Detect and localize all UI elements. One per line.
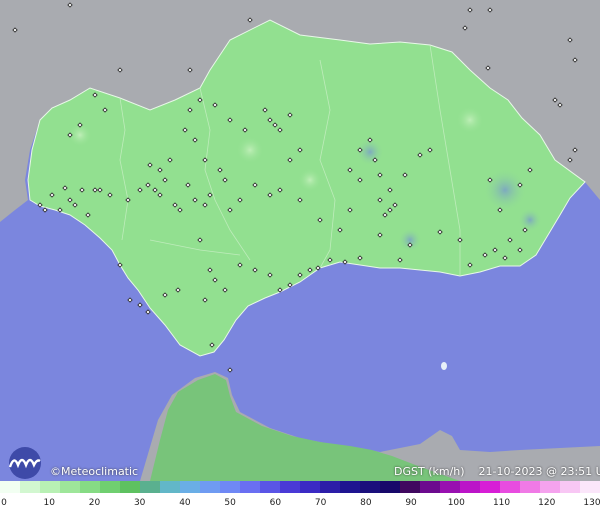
legend-tick-label: 20 bbox=[88, 498, 101, 508]
legend-color-cell bbox=[160, 481, 180, 493]
legend-tick-label: 90 bbox=[405, 498, 417, 508]
legend-color-cell bbox=[520, 481, 540, 493]
legend-tick-label: 50 bbox=[224, 498, 236, 508]
legend-color-cell bbox=[240, 481, 260, 493]
legend-tick-label: 10 bbox=[43, 498, 55, 508]
wind-blob bbox=[298, 168, 322, 192]
legend-scale: 0 10 20 30 40 50 60 70 80 90 100 110 120 130 bbox=[0, 481, 600, 517]
meteoclimatic-logo bbox=[8, 447, 41, 479]
legend-color-cell bbox=[280, 481, 300, 493]
legend-tick-label: 100 bbox=[447, 498, 465, 508]
legend-color-cell bbox=[420, 481, 440, 493]
map-info: DGST (km/h) 21-10-2023 @ 23:51 UTC bbox=[394, 465, 600, 478]
legend-tick-label: 40 bbox=[179, 498, 191, 508]
legend-color-cell bbox=[360, 481, 380, 493]
legend-color-cell bbox=[60, 481, 80, 493]
legend-color-cell bbox=[380, 481, 400, 493]
legend-color-cell bbox=[80, 481, 100, 493]
legend-color-cell bbox=[180, 481, 200, 493]
legend-color-cell bbox=[560, 481, 580, 493]
legend-color-cell bbox=[540, 481, 560, 493]
legend-tick-label: 0 bbox=[1, 498, 7, 508]
wind-blob bbox=[518, 208, 542, 232]
legend-color-cell bbox=[300, 481, 320, 493]
island bbox=[441, 362, 447, 370]
legend-color-cell bbox=[260, 481, 280, 493]
legend-color-cell bbox=[340, 481, 360, 493]
wind-blob bbox=[456, 106, 484, 134]
datetime-label: 21-10-2023 @ 23:51 UTC bbox=[478, 465, 600, 478]
legend-tick-label: 130 bbox=[583, 498, 600, 508]
legend-color-cell bbox=[40, 481, 60, 493]
legend-color-cell bbox=[200, 481, 220, 493]
legend-color-cell bbox=[100, 481, 120, 493]
variable-label: DGST (km/h) bbox=[394, 465, 465, 478]
map-canvas bbox=[0, 0, 600, 481]
map-area[interactable]: ©Meteoclimatic DGST (km/h) 21-10-2023 @ … bbox=[0, 0, 600, 517]
legend-tick-label: 70 bbox=[314, 498, 327, 508]
legend-tick-label: 80 bbox=[360, 498, 372, 508]
legend-color-cell bbox=[220, 481, 240, 493]
legend-color-cell bbox=[20, 481, 40, 493]
legend-tick-label: 120 bbox=[538, 498, 556, 508]
legend-color-cell bbox=[140, 481, 160, 493]
brand-label: ©Meteoclimatic bbox=[50, 465, 139, 478]
legend-color-cell bbox=[120, 481, 140, 493]
wind-blob bbox=[398, 228, 422, 252]
legend-color-cell bbox=[440, 481, 460, 493]
legend-color-cell bbox=[400, 481, 420, 493]
legend-color-cell bbox=[320, 481, 340, 493]
legend-tick-label: 60 bbox=[269, 498, 282, 508]
legend-tick-label: 110 bbox=[492, 498, 511, 508]
legend-color-cell bbox=[460, 481, 480, 493]
legend-colorbar bbox=[0, 481, 600, 493]
legend-color-cell bbox=[580, 481, 600, 493]
wind-blob bbox=[236, 136, 264, 164]
legend-color-cell bbox=[480, 481, 500, 493]
legend-color-cell bbox=[0, 481, 20, 493]
wind-blob bbox=[483, 168, 527, 212]
legend-tick-label: 30 bbox=[133, 498, 146, 508]
legend-color-cell bbox=[500, 481, 520, 493]
